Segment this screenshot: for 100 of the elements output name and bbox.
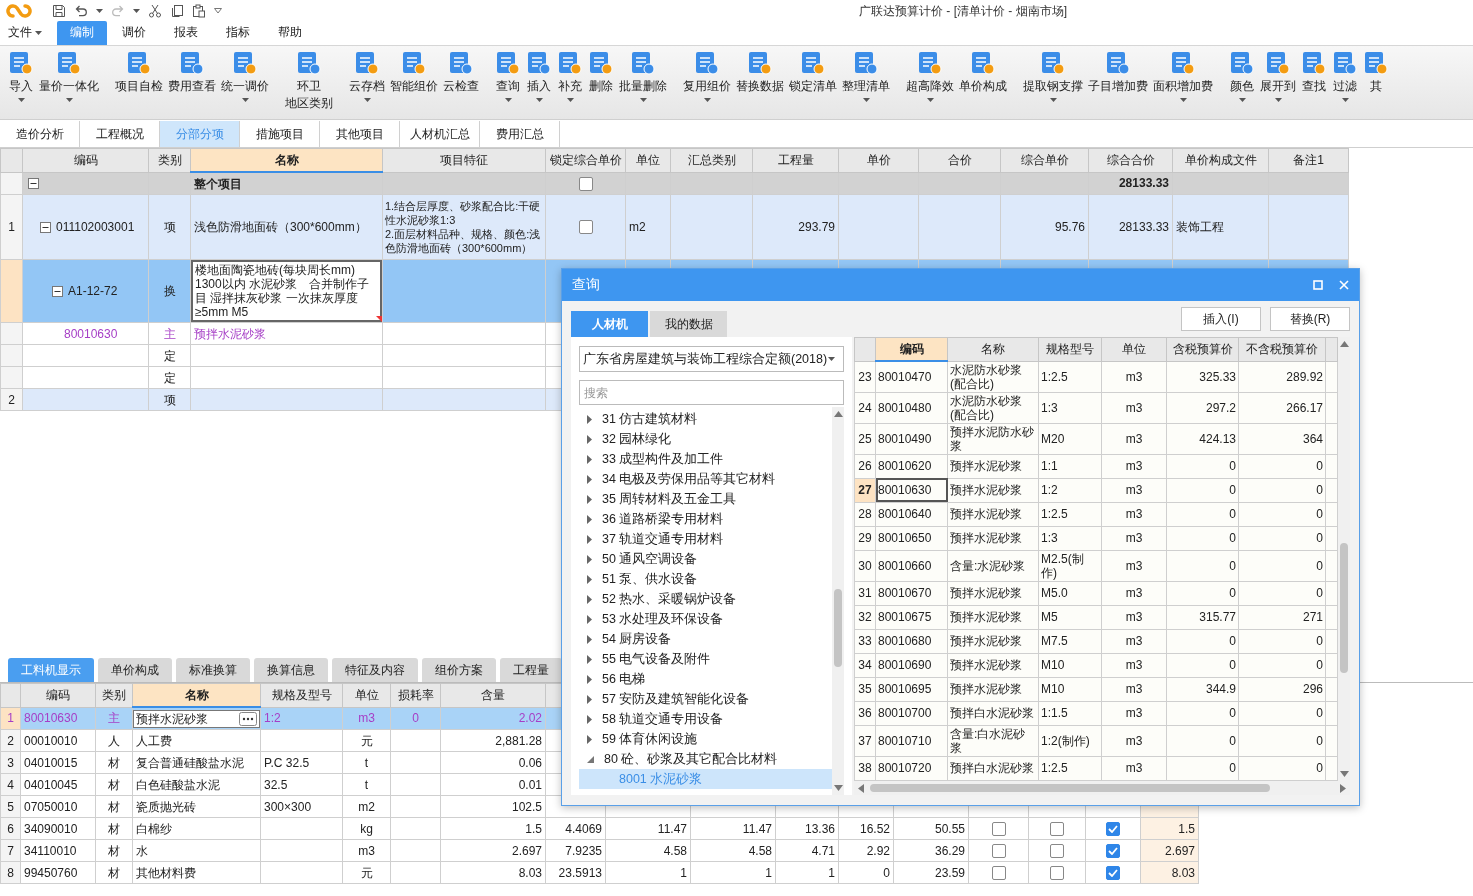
tab[interactable]: 我的数据 bbox=[650, 311, 727, 337]
menu-tab[interactable]: 帮助 bbox=[265, 21, 315, 45]
caret-icon[interactable] bbox=[133, 9, 140, 13]
column-header[interactable]: 含量 bbox=[440, 683, 546, 707]
scroll-thumb[interactable] bbox=[834, 589, 842, 667]
library-dropdown[interactable]: 广东省房屋建筑与装饰工程综合定额(2018) bbox=[579, 346, 844, 372]
row-header[interactable]: 30 bbox=[854, 550, 876, 582]
toolbar-button[interactable]: 颜色 bbox=[1227, 50, 1257, 102]
save-icon[interactable] bbox=[52, 4, 66, 18]
close-icon[interactable] bbox=[1339, 280, 1349, 290]
scroll-thumb[interactable] bbox=[870, 784, 1270, 792]
row-header[interactable]: 28 bbox=[854, 502, 876, 527]
column-header[interactable]: 工程量 bbox=[752, 148, 839, 172]
column-header[interactable]: 单位 bbox=[1101, 337, 1167, 361]
expand-arrow-icon[interactable] bbox=[587, 694, 592, 704]
checkbox[interactable] bbox=[578, 176, 593, 191]
column-header[interactable]: 编码 bbox=[22, 148, 149, 172]
column-header[interactable]: 类别 bbox=[148, 148, 191, 172]
expand-arrow-icon[interactable] bbox=[587, 534, 592, 544]
tab[interactable]: 换算信息 bbox=[254, 658, 328, 682]
row-header[interactable]: 35 bbox=[854, 677, 876, 702]
copy-icon[interactable] bbox=[170, 4, 184, 18]
expand-arrow-icon[interactable] bbox=[587, 594, 592, 604]
checkbox[interactable] bbox=[1106, 865, 1120, 880]
column-header[interactable]: 综合单价 bbox=[1000, 148, 1089, 172]
tree-item[interactable]: 56 电梯 bbox=[579, 669, 832, 689]
column-header[interactable]: 单价构成文件 bbox=[1172, 148, 1269, 172]
checkbox[interactable] bbox=[991, 843, 1006, 858]
row-header[interactable]: 1 bbox=[0, 707, 21, 730]
toolbar-button[interactable]: 其 bbox=[1361, 50, 1391, 102]
expand-arrow-icon[interactable] bbox=[587, 714, 592, 724]
toolbar-button[interactable]: 子目增加费 bbox=[1086, 50, 1150, 102]
scroll-right-icon[interactable] bbox=[1340, 783, 1346, 793]
row-header[interactable]: 23 bbox=[854, 361, 876, 393]
toolbar-button[interactable]: 查找 bbox=[1299, 50, 1329, 102]
column-header[interactable]: 项目特征 bbox=[382, 148, 546, 172]
scroll-up-icon[interactable] bbox=[833, 411, 843, 417]
tab[interactable]: 标准换算 bbox=[176, 658, 250, 682]
column-header[interactable]: 单位 bbox=[625, 148, 671, 172]
toolbar-button[interactable]: 插入 bbox=[524, 50, 554, 102]
checkbox[interactable] bbox=[1106, 821, 1120, 836]
toolbar-button[interactable]: 云检查 bbox=[441, 50, 481, 102]
tree-item[interactable]: 54 厨房设备 bbox=[579, 629, 832, 649]
column-header[interactable]: 含税预算价 bbox=[1166, 337, 1239, 361]
toolbar-button[interactable]: 费用查看 bbox=[166, 50, 218, 102]
dropdown-arrow-icon[interactable] bbox=[214, 8, 222, 14]
toolbar-button[interactable]: 补充 bbox=[555, 50, 585, 102]
column-header[interactable]: 合价 bbox=[918, 148, 1001, 172]
expand-arrow-icon[interactable] bbox=[587, 674, 592, 684]
menu-tab[interactable]: 调价 bbox=[109, 21, 159, 45]
column-header[interactable]: 编码 bbox=[20, 683, 96, 707]
cut-icon[interactable] bbox=[148, 4, 162, 18]
toolbar-button[interactable]: 超高降效 bbox=[904, 50, 956, 102]
checkbox[interactable] bbox=[1050, 865, 1064, 880]
column-header[interactable]: 损耗率 bbox=[390, 683, 441, 707]
row-header[interactable]: 26 bbox=[854, 454, 876, 479]
tree-item[interactable]: 36 道路桥梁专用材料 bbox=[579, 509, 832, 529]
tree-item[interactable]: 58 轨道交通专用设备 bbox=[579, 709, 832, 729]
checkbox[interactable] bbox=[991, 865, 1006, 880]
row-header[interactable]: 29 bbox=[854, 526, 876, 551]
toolbar-button[interactable]: 智能组价 bbox=[388, 50, 440, 102]
tab[interactable]: 单价构成 bbox=[98, 658, 172, 682]
row-header[interactable]: 24 bbox=[854, 392, 876, 424]
column-header[interactable]: 汇总类别 bbox=[670, 148, 753, 172]
tree-item[interactable]: 51 泵、供水设备 bbox=[579, 569, 832, 589]
row-header[interactable]: 31 bbox=[854, 581, 876, 606]
row-header[interactable]: 8 bbox=[0, 861, 21, 884]
expand-arrow-icon[interactable] bbox=[587, 614, 592, 624]
expand-arrow-icon[interactable] bbox=[587, 414, 592, 424]
collapse-toggle[interactable] bbox=[28, 177, 39, 189]
tree-item[interactable]: 55 电气设备及附件 bbox=[579, 649, 832, 669]
row-header[interactable]: 32 bbox=[854, 605, 876, 630]
row-header[interactable]: 6 bbox=[0, 817, 21, 840]
expand-arrow-icon[interactable] bbox=[587, 434, 592, 444]
caret-icon[interactable] bbox=[96, 9, 103, 13]
toolbar-button[interactable]: 单价构成 bbox=[957, 50, 1009, 102]
dialog-button[interactable]: 插入(I) bbox=[1181, 307, 1261, 331]
menu-tab[interactable]: 文件 bbox=[0, 21, 55, 45]
toolbar-button[interactable]: 展开到 bbox=[1258, 50, 1298, 102]
checkbox[interactable] bbox=[991, 821, 1006, 836]
tree-item[interactable]: 33 成型构件及加工件 bbox=[579, 449, 832, 469]
paste-icon[interactable] bbox=[192, 4, 206, 18]
row-header[interactable]: 25 bbox=[854, 423, 876, 455]
toolbar-button[interactable]: 整理清单 bbox=[840, 50, 892, 102]
toolbar-button[interactable]: 环卫 地区类别 bbox=[283, 50, 335, 110]
toolbar-button[interactable]: 提取钢支撑 bbox=[1021, 50, 1085, 102]
checkbox[interactable] bbox=[1050, 843, 1064, 858]
toolbar-button[interactable]: 量价一体化 bbox=[37, 50, 101, 102]
expand-arrow-icon[interactable] bbox=[587, 554, 592, 564]
column-header[interactable]: 不含税预算价 bbox=[1238, 337, 1326, 361]
row-header[interactable]: 37 bbox=[854, 725, 876, 757]
tree-item[interactable]: 32 园林绿化 bbox=[579, 429, 832, 449]
tree-item[interactable]: 34 电极及劳保用品等其它材料 bbox=[579, 469, 832, 489]
toolbar-button[interactable]: 过滤 bbox=[1330, 50, 1360, 102]
menu-tab[interactable]: 报表 bbox=[161, 21, 211, 45]
column-header[interactable]: 名称 bbox=[190, 148, 383, 172]
dialog-button[interactable]: 替换(R) bbox=[1270, 307, 1350, 331]
column-header[interactable]: 名称 bbox=[947, 337, 1039, 361]
tab[interactable]: 特征及内容 bbox=[332, 658, 418, 682]
checkbox[interactable] bbox=[1050, 821, 1064, 836]
